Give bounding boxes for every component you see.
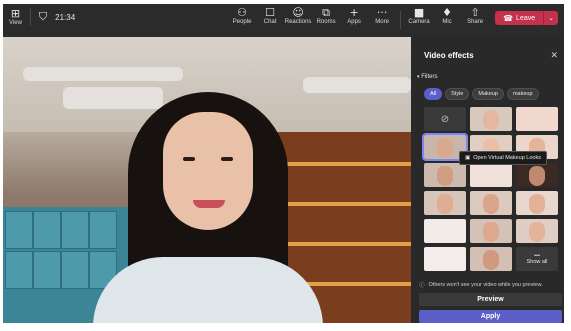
effect-tile[interactable] — [516, 107, 558, 131]
toolbar-divider — [400, 11, 402, 29]
effect-tile[interactable] — [516, 191, 558, 215]
leave-main[interactable]: ☎ Leave — [495, 11, 545, 25]
person-eye — [221, 157, 233, 161]
shield-icon: ⛉ — [38, 10, 48, 23]
effect-tile[interactable] — [470, 191, 512, 215]
leave-button[interactable]: ☎ Leave ⌄ — [495, 11, 558, 25]
reactions-icon: ☺ — [292, 6, 304, 19]
video-effects-panel: Video effects ✕ ▾ Filters All Style Make… — [411, 37, 564, 323]
effect-tile[interactable] — [424, 163, 466, 187]
mic-button[interactable]: ♦ Mic — [433, 6, 461, 26]
filters-section-header[interactable]: ▾ Filters — [417, 74, 438, 80]
effect-tile[interactable] — [470, 107, 512, 131]
video-background-duct — [23, 67, 183, 81]
chat-button[interactable]: ☐ Chat — [256, 6, 284, 26]
rooms-button[interactable]: ⧉ Rooms — [312, 6, 340, 26]
preview-button[interactable]: Preview — [419, 293, 562, 306]
people-icon: ⚇ — [237, 6, 248, 19]
video-background-duct — [303, 77, 411, 93]
effect-tile[interactable] — [516, 219, 558, 243]
virtual-makeup-tooltip[interactable]: ▣ Open Virtual Makeup Looks — [459, 151, 547, 165]
chip-all[interactable]: All — [424, 88, 443, 100]
effects-grid: ⊘ ••• Show all — [422, 107, 558, 273]
info-icon: ⓘ — [419, 283, 425, 289]
apps-button[interactable]: + Apps — [340, 6, 368, 26]
apply-button[interactable]: Apply — [419, 310, 562, 323]
preview-info: ⓘ Others won't see your video while you … — [419, 282, 543, 289]
video-background-duct — [63, 87, 163, 109]
effect-tile[interactable] — [470, 247, 512, 271]
person-mouth — [193, 200, 225, 208]
no-effect-tile[interactable]: ⊘ — [424, 107, 466, 131]
makeup-looks-icon: ▣ — [465, 155, 471, 161]
chevron-down-icon: ▾ — [417, 74, 420, 80]
phone-hangup-icon: ☎ — [503, 13, 514, 23]
meeting-toolbar: ⊞ View ⛉ 21:34 ⚇ People ☐ Chat ☺ Reactio… — [3, 4, 564, 37]
camera-button[interactable]: ■ Camera — [405, 6, 433, 26]
self-video-preview — [3, 37, 411, 323]
more-icon: ··· — [376, 6, 388, 19]
chat-icon: ☐ — [265, 6, 276, 19]
effect-tile[interactable] — [516, 163, 558, 187]
show-all-button[interactable]: ••• Show all — [516, 247, 558, 271]
reactions-button[interactable]: ☺ Reactions — [284, 6, 312, 26]
share-icon: ⇧ — [470, 6, 480, 19]
grid-view-icon: ⊞ — [10, 7, 21, 20]
effect-tile[interactable] — [424, 191, 466, 215]
effect-tile[interactable] — [470, 163, 512, 187]
meeting-timer: 21:34 — [55, 12, 76, 22]
filter-chips: All Style Makeup makeup — [424, 88, 539, 100]
share-button[interactable]: ⇧ Share — [461, 6, 489, 26]
chip-makeup[interactable]: Makeup — [472, 88, 504, 100]
effect-tile[interactable] — [424, 219, 466, 243]
mic-icon: ♦ — [442, 6, 453, 19]
effect-tile[interactable] — [424, 247, 466, 271]
plus-icon: + — [349, 6, 359, 19]
camera-icon: ■ — [413, 6, 425, 19]
toolbar-divider — [29, 8, 31, 26]
person-shirt — [93, 257, 323, 323]
person-eye — [183, 157, 195, 161]
view-button[interactable]: ⊞ View — [9, 7, 22, 27]
close-icon[interactable]: ✕ — [550, 50, 558, 61]
no-effect-icon: ⊘ — [440, 113, 450, 125]
teams-meeting-window: ⊞ View ⛉ 21:34 ⚇ People ☐ Chat ☺ Reactio… — [3, 4, 564, 323]
chip-style[interactable]: Style — [445, 88, 470, 100]
effect-tile[interactable] — [470, 219, 512, 243]
panel-title: Video effects — [424, 51, 474, 60]
chip-makeup-2[interactable]: makeup — [506, 88, 539, 100]
more-button[interactable]: ··· More — [368, 6, 396, 26]
chevron-down-icon[interactable]: ⌄ — [544, 14, 558, 22]
rooms-icon: ⧉ — [322, 6, 330, 19]
person-face — [163, 112, 253, 230]
people-button[interactable]: ⚇ People — [228, 6, 256, 26]
